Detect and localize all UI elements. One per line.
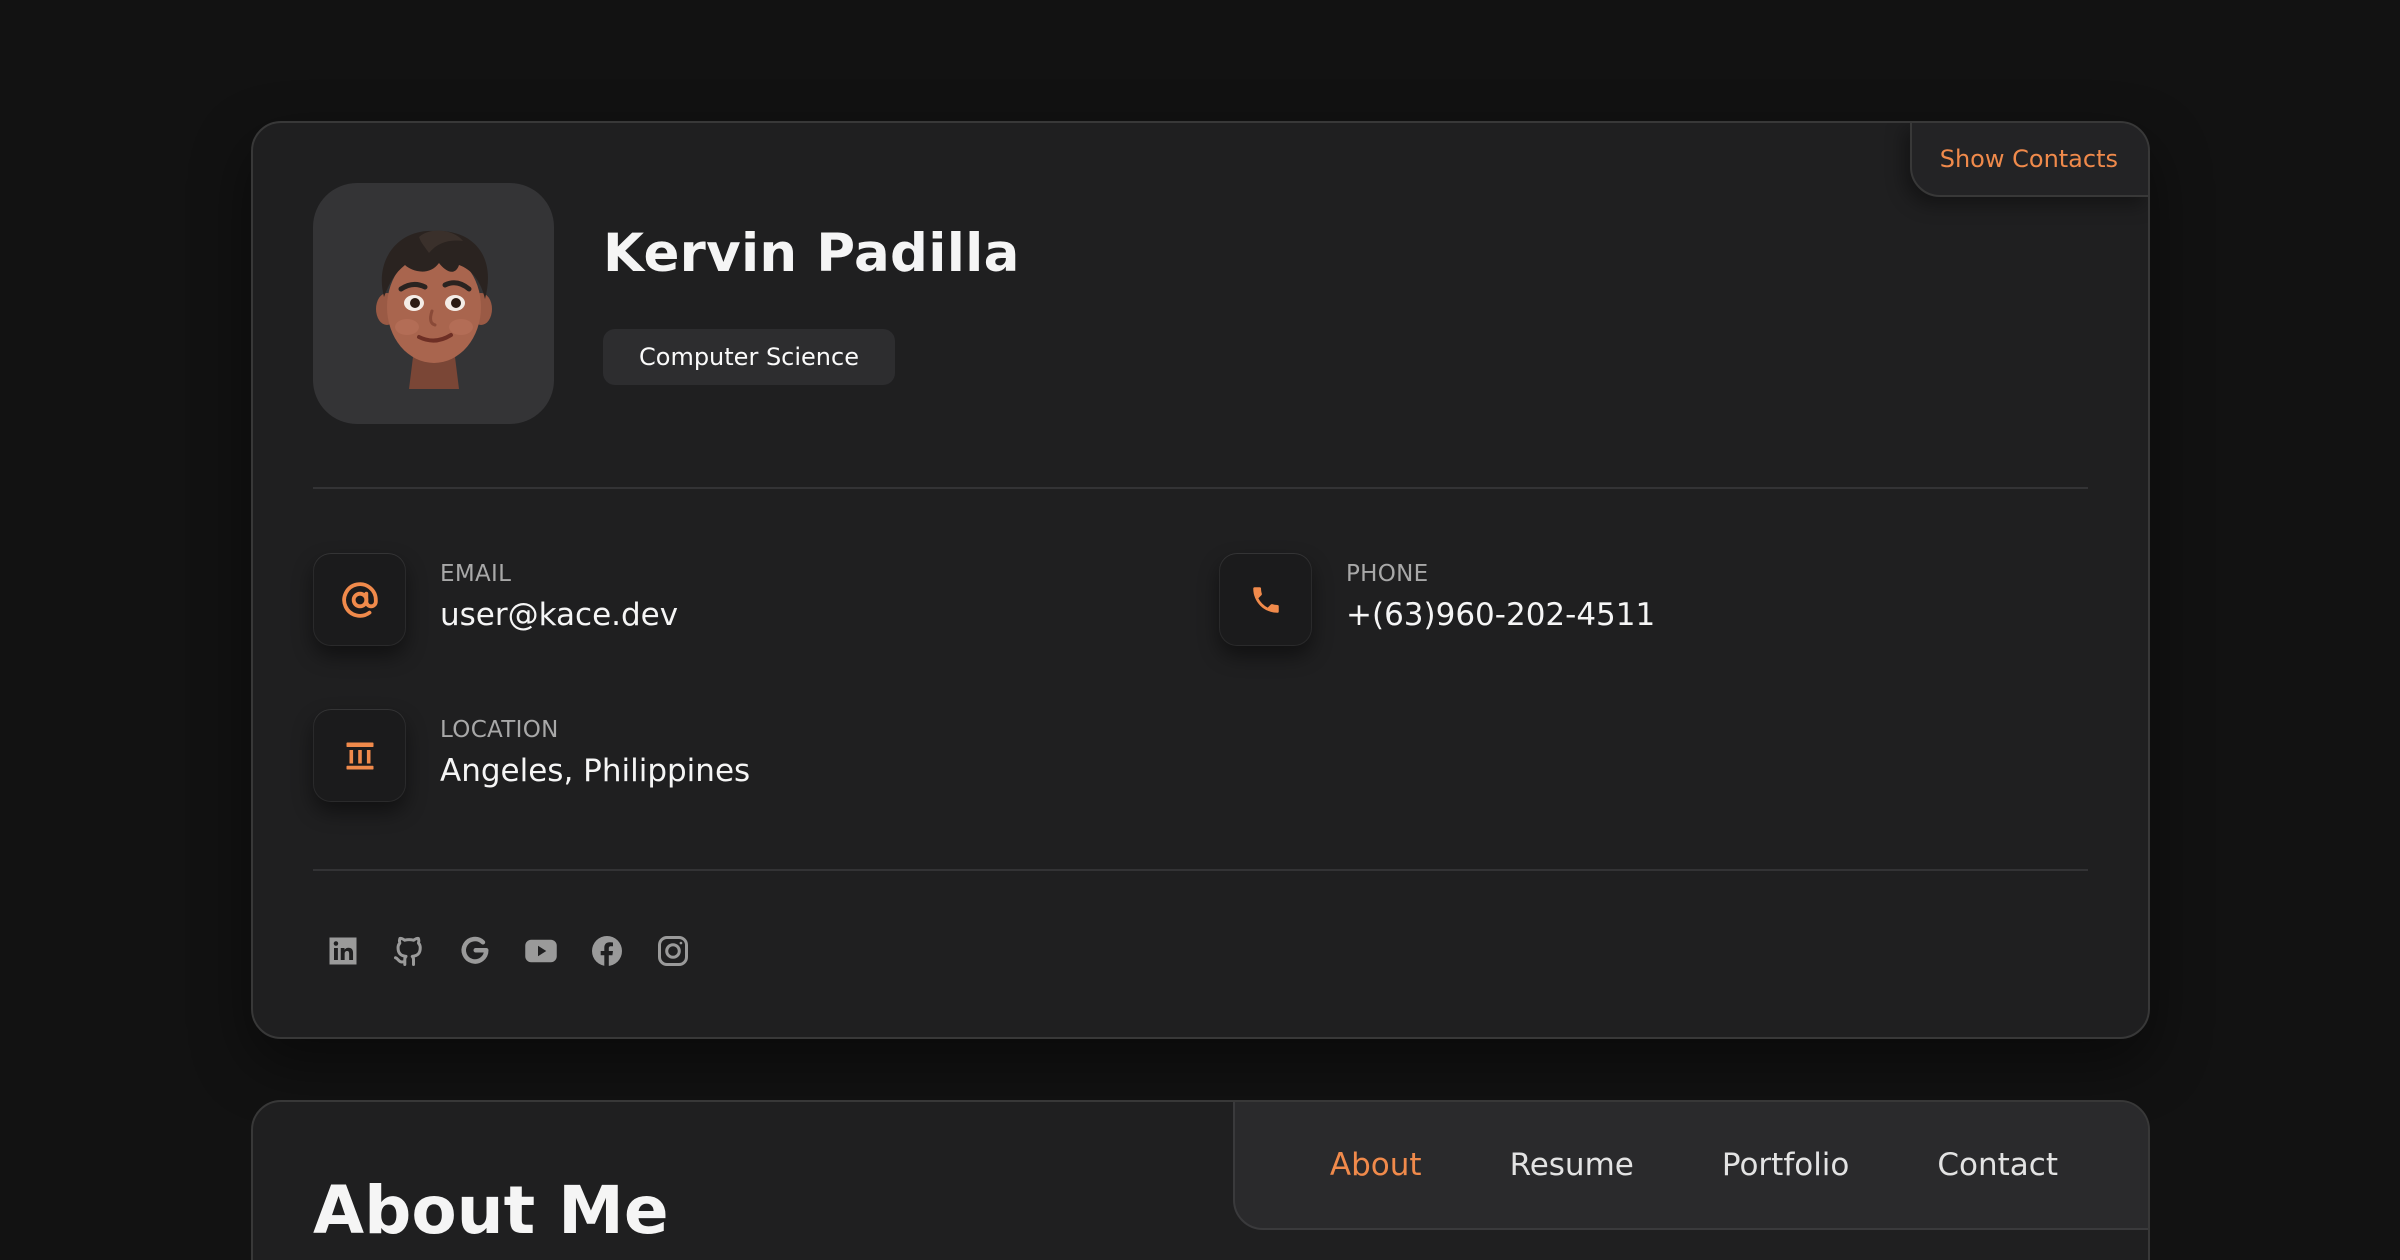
phone-icon	[1219, 553, 1312, 646]
youtube-icon[interactable]	[523, 933, 559, 969]
nav-portfolio[interactable]: Portfolio	[1722, 1147, 1850, 1183]
email-value[interactable]: user@kace.dev	[440, 597, 678, 633]
github-icon[interactable]	[391, 933, 427, 969]
social-links	[325, 933, 691, 969]
profile-name: Kervin Padilla	[603, 223, 1020, 284]
profile-card: Show Contacts Kervin Padilla Computer Sc…	[251, 121, 2150, 1039]
about-card: About Me About Resume Portfolio Contact	[251, 1100, 2150, 1260]
facebook-icon[interactable]	[589, 933, 625, 969]
contact-phone: PHONE +(63)960-202-4511	[1219, 553, 1655, 646]
nav-contact[interactable]: Contact	[1937, 1147, 2058, 1183]
memoji-avatar-icon	[375, 230, 492, 389]
location-value: Angeles, Philippines	[440, 753, 751, 789]
phone-label: PHONE	[1346, 561, 1429, 587]
instagram-icon[interactable]	[655, 933, 691, 969]
divider	[313, 487, 2088, 489]
page: Show Contacts Kervin Padilla Computer Sc…	[0, 0, 2400, 1260]
email-label: EMAIL	[440, 561, 512, 587]
profile-title-badge: Computer Science	[603, 329, 895, 385]
landmark-icon	[313, 709, 406, 802]
show-contacts-button[interactable]: Show Contacts	[1909, 123, 2148, 197]
navbar: About Resume Portfolio Contact	[1233, 1102, 2148, 1230]
contact-email: EMAIL user@kace.dev	[313, 553, 678, 646]
nav-about[interactable]: About	[1330, 1147, 1422, 1183]
at-sign-icon	[313, 553, 406, 646]
google-icon[interactable]	[457, 933, 493, 969]
linkedin-icon[interactable]	[325, 933, 361, 969]
phone-value[interactable]: +(63)960-202-4511	[1346, 597, 1655, 633]
avatar	[313, 183, 554, 424]
location-label: LOCATION	[440, 717, 559, 743]
nav-resume[interactable]: Resume	[1510, 1147, 1634, 1183]
contact-location: LOCATION Angeles, Philippines	[313, 709, 750, 802]
divider	[313, 869, 2088, 871]
about-title: About Me	[313, 1172, 669, 1249]
